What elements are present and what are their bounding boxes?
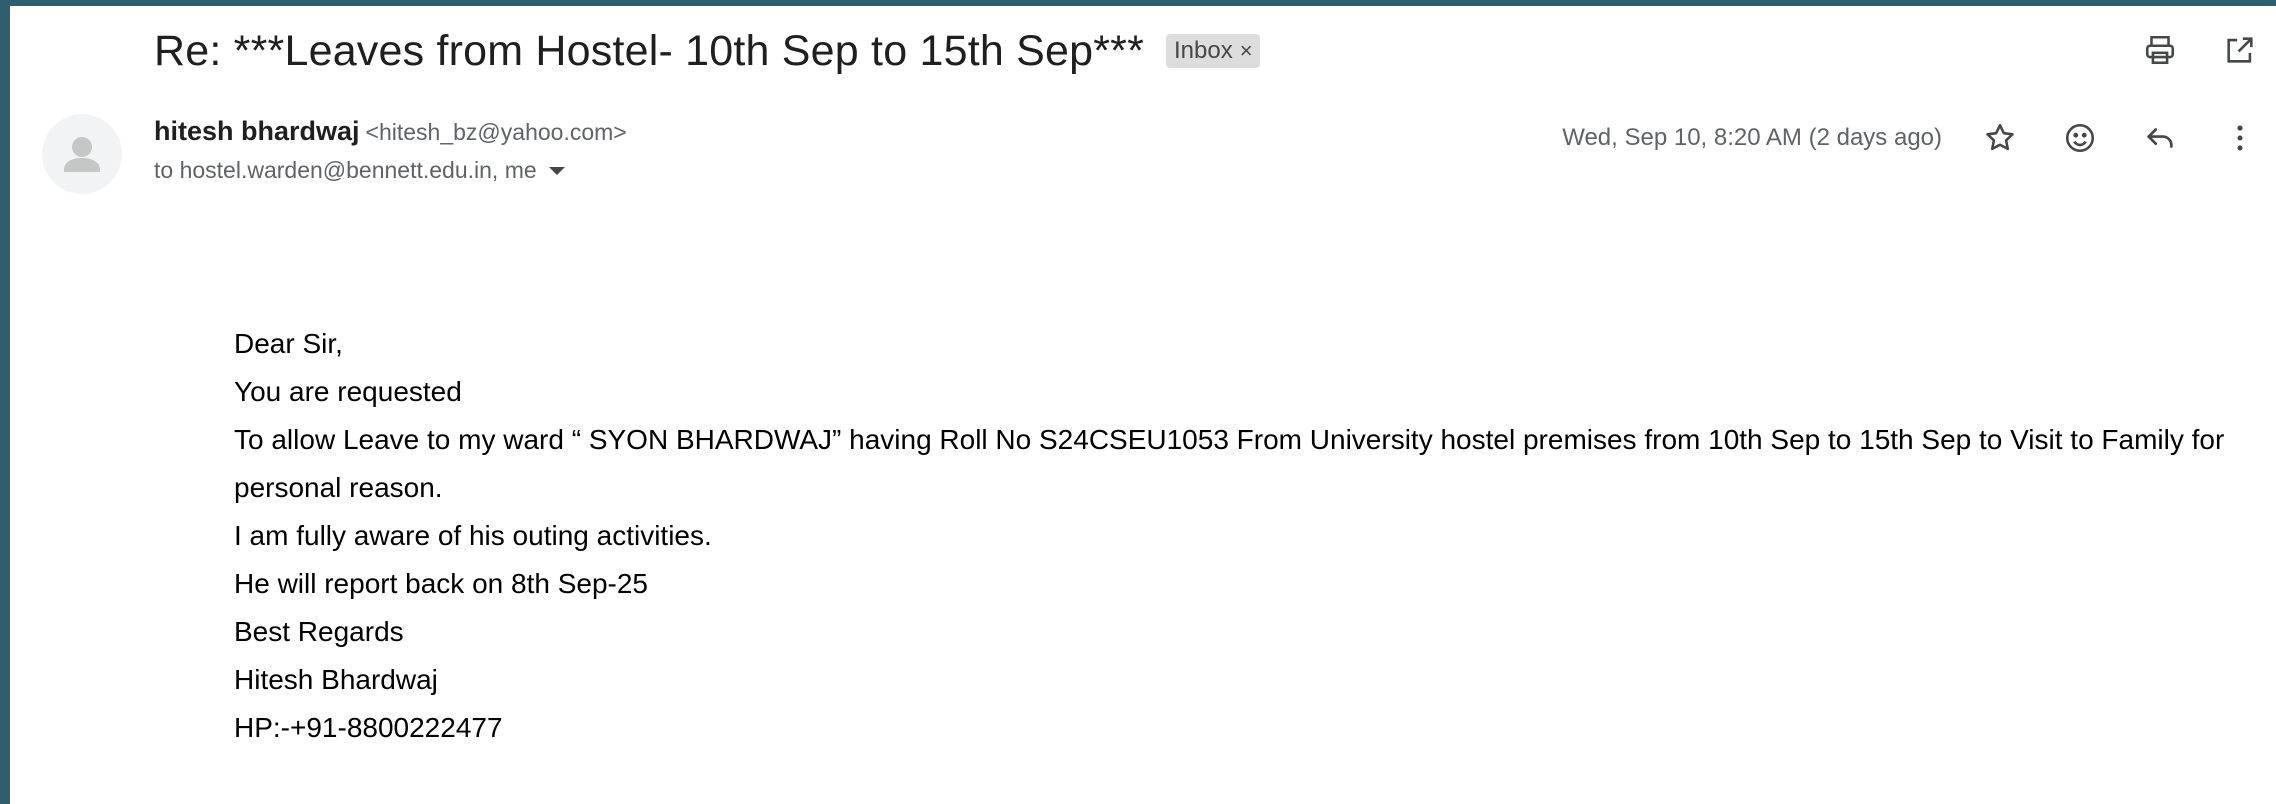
emoji-reaction-icon — [2065, 123, 2095, 153]
body-line: Best Regards — [234, 616, 404, 647]
body-line: To allow Leave to my ward “ SYON BHARDWA… — [234, 424, 2225, 503]
body-line: Dear Sir, — [234, 328, 343, 359]
top-actions — [2138, 28, 2262, 72]
print-button[interactable] — [2138, 28, 2182, 72]
star-button[interactable] — [1978, 116, 2022, 160]
inbox-label-text: Inbox — [1174, 37, 1233, 64]
body-line: He will report back on 8th Sep-25 — [234, 568, 648, 599]
reply-icon — [2147, 128, 2173, 148]
add-reaction-button[interactable] — [2058, 116, 2102, 160]
star-icon — [1986, 123, 2014, 151]
email-body: Dear Sir, You are requested To allow Lea… — [234, 320, 2254, 752]
sender-name[interactable]: hitesh bhardwaj — [154, 116, 360, 147]
open-in-new-window-button[interactable] — [2218, 28, 2262, 72]
show-details-dropdown-icon[interactable] — [548, 166, 565, 175]
message-date: Wed, Sep 10, 8:20 AM (2 days ago) — [1562, 124, 1942, 151]
more-vertical-icon — [2237, 125, 2243, 151]
sender-block: hitesh bhardwaj <hitesh_bz@yahoo.com> to… — [154, 116, 627, 184]
body-line: You are requested — [234, 376, 462, 407]
body-line: Hitesh Bhardwaj — [234, 664, 438, 695]
remove-label-icon[interactable]: × — [1240, 40, 1253, 62]
more-options-button[interactable] — [2218, 116, 2262, 160]
recipients-line: to hostel.warden@bennett.edu.in, me — [154, 157, 627, 184]
sender-line: hitesh bhardwaj <hitesh_bz@yahoo.com> — [154, 116, 627, 147]
open-in-new-window-icon — [2227, 37, 2253, 63]
print-icon — [2145, 35, 2175, 65]
recipients-text: to hostel.warden@bennett.edu.in, me — [154, 157, 537, 183]
sender-email: <hitesh_bz@yahoo.com> — [365, 119, 627, 145]
inbox-label-chip[interactable]: Inbox × — [1166, 34, 1260, 68]
email-view: Re: ***Leaves from Hostel- 10th Sep to 1… — [10, 6, 2276, 804]
sender-avatar[interactable] — [42, 114, 122, 194]
email-subject: Re: ***Leaves from Hostel- 10th Sep to 1… — [154, 26, 1145, 75]
body-line: I am fully aware of his outing activitie… — [234, 520, 712, 551]
reply-button[interactable] — [2138, 116, 2182, 160]
message-meta: Wed, Sep 10, 8:20 AM (2 days ago) — [1562, 116, 2262, 160]
message-actions — [1978, 116, 2262, 160]
body-line: HP:-+91-8800222477 — [234, 712, 503, 743]
subject-row: Re: ***Leaves from Hostel- 10th Sep to 1… — [154, 24, 1260, 78]
person-avatar-icon — [64, 137, 100, 172]
